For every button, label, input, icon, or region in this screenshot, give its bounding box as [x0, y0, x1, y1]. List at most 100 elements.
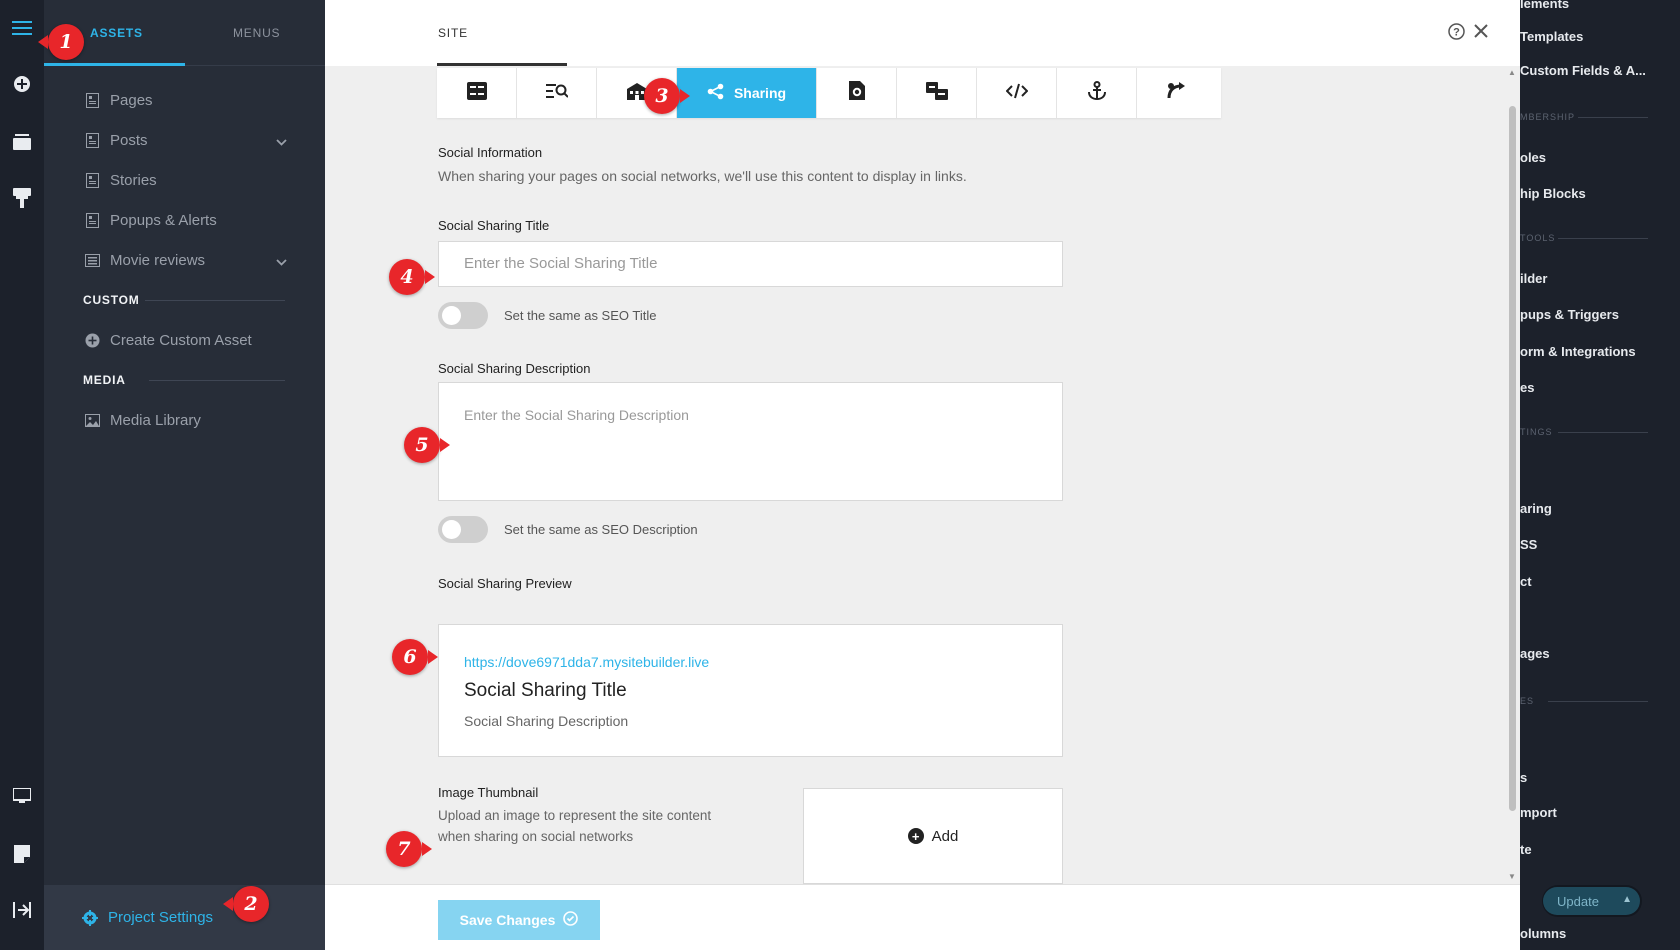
sidebar-item-pages[interactable]: Pages: [44, 80, 325, 120]
social-title-input[interactable]: Enter the Social Sharing Title: [438, 241, 1063, 287]
chevron-down-icon[interactable]: [276, 253, 287, 270]
project-settings-label: Project Settings: [108, 909, 214, 926]
section-heading: MEDIA: [83, 373, 126, 387]
sidebar-item-popups[interactable]: Popups & Alerts: [44, 200, 325, 240]
tab-custom-code[interactable]: [977, 68, 1057, 118]
right-panel-item[interactable]: es: [1520, 380, 1534, 395]
right-panel-item[interactable]: s: [1520, 770, 1527, 785]
translate-icon: [925, 81, 948, 105]
page-icon: [84, 172, 100, 188]
preview-title: Social Sharing Title: [464, 680, 627, 701]
scrollbar[interactable]: ▲ ▼: [1505, 66, 1520, 884]
check-circle-icon: [563, 911, 579, 929]
add-circle-icon: +: [907, 828, 924, 844]
right-panel-item[interactable]: SS: [1520, 537, 1537, 552]
right-panel-item[interactable]: hip Blocks: [1520, 186, 1586, 201]
right-panel-item[interactable]: ages: [1520, 646, 1550, 661]
assets-sidebar: ASSETS MENUS Pages Posts Stories Popups …: [44, 0, 325, 950]
save-changes-button[interactable]: Save Changes: [438, 900, 600, 940]
exit-icon[interactable]: [8, 896, 36, 924]
toggle-label: Set the same as SEO Title: [504, 308, 657, 323]
update-label: Update: [1557, 893, 1599, 909]
settings-category-toolbar: Sharing: [437, 68, 1221, 118]
update-button[interactable]: Update ▲: [1543, 887, 1640, 915]
right-panel-section: MBERSHIP: [1520, 112, 1576, 122]
sidebar-item-movie-reviews[interactable]: Movie reviews: [44, 240, 325, 280]
divider: [1548, 701, 1648, 702]
close-icon[interactable]: [1473, 23, 1489, 44]
tab-site[interactable]: SITE: [438, 26, 468, 40]
chevron-down-icon[interactable]: [276, 133, 287, 150]
right-panel-item[interactable]: pups & Triggers: [1520, 307, 1619, 322]
icon-rail: [0, 0, 44, 950]
general-settings-icon: [466, 81, 487, 105]
right-panel-item[interactable]: olumns: [1520, 926, 1566, 941]
tab-general[interactable]: [437, 68, 517, 118]
desktop-icon[interactable]: [8, 782, 36, 810]
right-panel-item[interactable]: ilder: [1520, 271, 1547, 286]
right-panel-item[interactable]: Templates: [1520, 29, 1583, 44]
project-settings-dialog: SITE ? ▲ ▼ Sharing Social Information Wh…: [325, 0, 1520, 950]
tab-sharing[interactable]: Sharing: [677, 68, 817, 118]
tab-translation[interactable]: [897, 68, 977, 118]
sidebar-item-label: Stories: [110, 171, 157, 189]
help-icon[interactable]: ?: [1448, 23, 1465, 45]
social-preview-card: https://dove6971dda7.mysitebuilder.live …: [438, 624, 1063, 757]
scroll-up-icon[interactable]: ▲: [1508, 68, 1516, 77]
social-info-title: Social Information: [438, 145, 543, 160]
tab-redirects[interactable]: [1137, 68, 1217, 118]
same-as-seo-title-toggle[interactable]: [438, 302, 488, 329]
image-thumbnail-label: Image Thumbnail: [438, 785, 539, 800]
paint-roller-icon[interactable]: [8, 184, 36, 212]
annotation-callout-1: 1: [38, 24, 84, 60]
right-panel-section: TOOLS: [1520, 233, 1556, 243]
same-as-seo-title-row: Set the same as SEO Title: [438, 302, 656, 329]
sidebar-item-posts[interactable]: Posts: [44, 120, 325, 160]
right-panel-item[interactable]: lements: [1520, 0, 1569, 11]
divider: [1558, 238, 1648, 239]
chevron-up-icon[interactable]: ▲: [1622, 894, 1632, 905]
sidebar-item-label: Media Library: [110, 411, 201, 429]
right-panel-item[interactable]: oles: [1520, 150, 1546, 165]
seo-search-icon: [545, 83, 569, 104]
divider: [149, 380, 285, 381]
right-panel-item[interactable]: te: [1520, 842, 1532, 857]
tab-page-settings[interactable]: [817, 68, 897, 118]
scroll-down-icon[interactable]: ▼: [1508, 872, 1516, 881]
route-icon: [1167, 81, 1187, 105]
add-thumbnail-button[interactable]: + Add: [803, 788, 1063, 884]
dialog-footer: Save Changes: [325, 884, 1520, 950]
right-panel-section: ES: [1520, 696, 1535, 706]
create-custom-asset-button[interactable]: Create Custom Asset: [44, 320, 325, 360]
right-panel-item[interactable]: mport: [1520, 805, 1557, 820]
sidebar-item-label: Posts: [110, 131, 148, 149]
tab-menus[interactable]: MENUS: [233, 26, 280, 40]
hamburger-menu-icon[interactable]: [8, 14, 36, 42]
tab-anchor[interactable]: [1057, 68, 1137, 118]
project-settings-button[interactable]: Project Settings: [44, 885, 325, 950]
right-panel-item[interactable]: Custom Fields & A...: [1520, 63, 1646, 78]
annotation-callout-4: 4: [389, 259, 435, 295]
tab-seo[interactable]: [517, 68, 597, 118]
right-page-panel: lements Templates Custom Fields & A... M…: [1520, 0, 1680, 950]
social-description-textarea[interactable]: Enter the Social Sharing Description: [438, 382, 1063, 501]
social-title-label: Social Sharing Title: [438, 218, 550, 233]
scrollbar-thumb[interactable]: [1509, 106, 1516, 811]
sidebar-item-stories[interactable]: Stories: [44, 160, 325, 200]
tab-assets[interactable]: ASSETS: [90, 26, 143, 40]
layers-icon[interactable]: [8, 128, 36, 156]
add-circle-icon[interactable]: [8, 70, 36, 98]
right-panel-item[interactable]: ct: [1520, 574, 1532, 589]
same-as-seo-description-toggle[interactable]: [438, 516, 488, 543]
sidebar-item-media-library[interactable]: Media Library: [44, 400, 325, 440]
social-title-placeholder: Enter the Social Sharing Title: [464, 255, 658, 272]
right-panel-item[interactable]: aring: [1520, 501, 1552, 516]
add-label: Add: [931, 827, 959, 845]
image-thumbnail-description-line-2: when sharing on social networks: [438, 829, 634, 844]
note-icon[interactable]: [8, 840, 36, 868]
sidebar-item-label: Movie reviews: [110, 251, 206, 269]
right-panel-item[interactable]: orm & Integrations: [1520, 344, 1636, 359]
annotation-callout-2: 2: [223, 886, 269, 922]
save-changes-label: Save Changes: [459, 912, 556, 928]
social-info-description: When sharing your pages on social networ…: [438, 168, 967, 184]
